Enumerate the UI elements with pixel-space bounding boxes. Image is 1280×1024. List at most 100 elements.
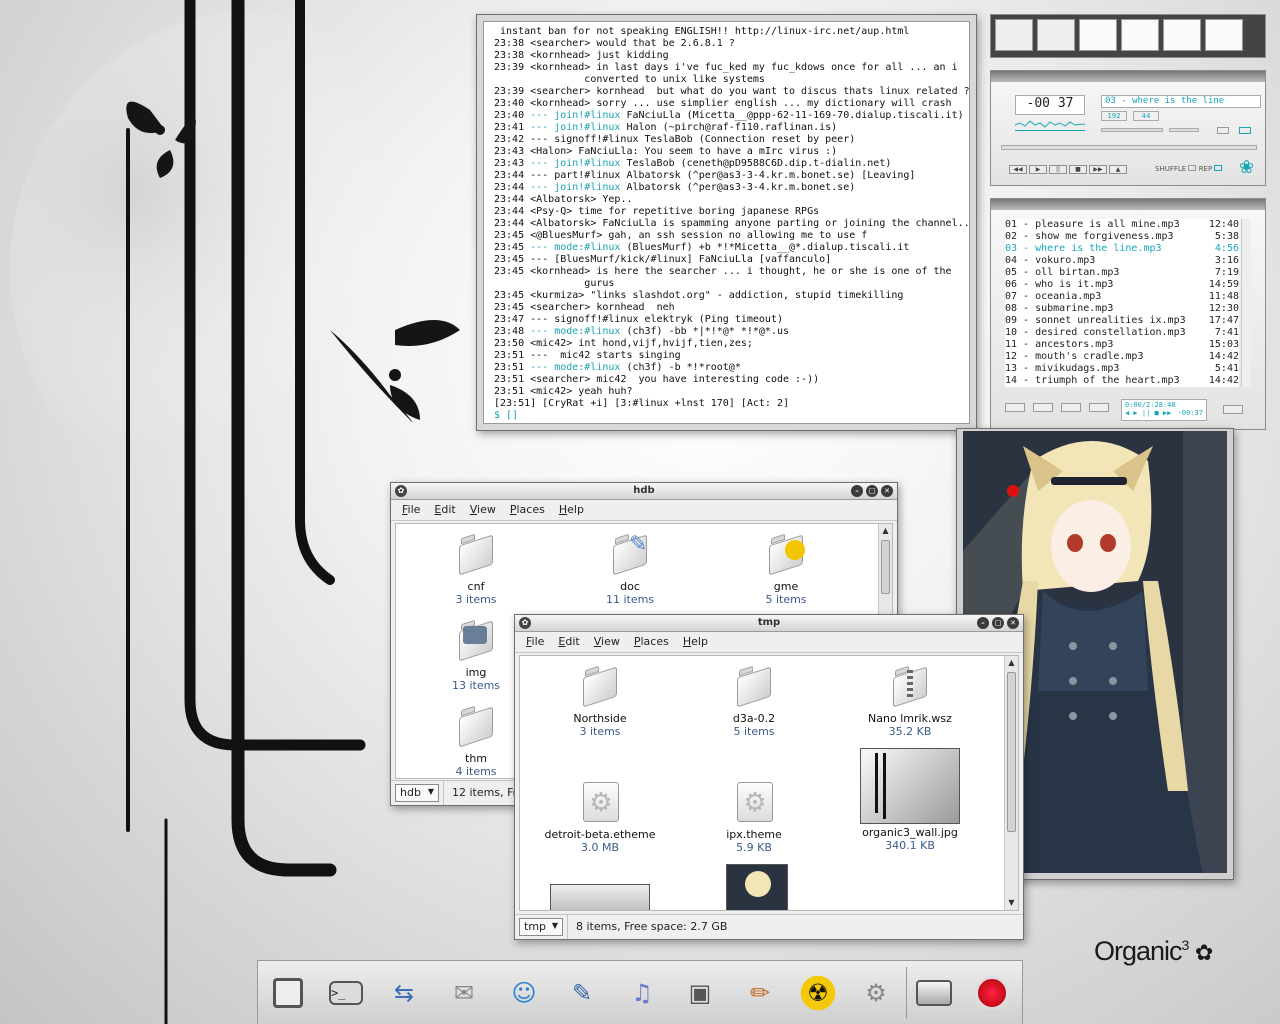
close-icon[interactable]: ✕ xyxy=(1007,617,1019,629)
add-button[interactable] xyxy=(1005,403,1025,412)
tmp-window[interactable]: ✿ tmp – □ ✕ File Edit View Places Help N… xyxy=(514,614,1024,940)
playlist-item[interactable]: 02 - show me forgiveness.mp3 5:38 xyxy=(1005,231,1239,243)
balance-slider[interactable] xyxy=(1169,128,1199,132)
chat-icon[interactable]: ☺ xyxy=(502,971,546,1015)
menu-places[interactable]: Places xyxy=(505,502,550,518)
file-item[interactable]: ⚙ ipx.theme 5.9 KB xyxy=(694,780,814,854)
hdb-titlebar[interactable]: ✿ hdb – □ ✕ xyxy=(391,483,897,500)
playlist-item[interactable]: 06 - who is it.mp3 14:59 xyxy=(1005,279,1239,291)
time-display[interactable]: -00 37 xyxy=(1015,95,1085,115)
terminal-icon[interactable]: >_ xyxy=(324,971,368,1015)
playlist-item[interactable]: 01 - pleasure is all mine.mp3 12:40 xyxy=(1005,219,1239,231)
playlist-item[interactable]: 11 - ancestors.mp3 15:03 xyxy=(1005,339,1239,351)
playlist-item[interactable]: 10 - desired constellation.mp3 7:41 xyxy=(1005,327,1239,339)
previous-button[interactable]: ◀◀ xyxy=(1009,165,1027,174)
anime-thumbnail[interactable] xyxy=(726,864,788,910)
menu-view[interactable]: View xyxy=(589,634,625,650)
seek-bar[interactable] xyxy=(1001,145,1257,150)
music-icon[interactable]: ♫ xyxy=(620,971,664,1015)
options-toggle-button[interactable] xyxy=(1163,19,1201,51)
menu-edit[interactable]: Edit xyxy=(429,502,460,518)
file-item[interactable]: Nano lmrik.wsz 35.2 KB xyxy=(850,664,970,738)
text-editor-icon[interactable]: ✎ xyxy=(560,971,604,1015)
playlist-item[interactable]: 05 - oll birtan.mp3 7:19 xyxy=(1005,267,1239,279)
folder-item[interactable]: Northside 3 items xyxy=(540,664,660,738)
remove-button[interactable] xyxy=(1033,403,1053,412)
menu-view[interactable]: View xyxy=(465,502,501,518)
playlist-toggle-button[interactable] xyxy=(1037,19,1075,51)
repeat-label[interactable]: REP xyxy=(1199,165,1213,173)
window-menu-icon[interactable]: ✿ xyxy=(395,485,407,497)
scroll-up-icon[interactable]: ▲ xyxy=(1005,656,1018,670)
playlist-item[interactable]: 13 - mivikudags.mp3 5:41 xyxy=(1005,363,1239,375)
playlist[interactable]: 01 - pleasure is all mine.mp3 12:40 02 - s… xyxy=(1005,219,1239,387)
graphics-icon[interactable]: ✏ xyxy=(738,971,782,1015)
terminal-window[interactable]: instant ban for not speaking ENGLISH!! h… xyxy=(476,14,977,431)
drive-icon[interactable] xyxy=(912,971,956,1015)
playlist-item[interactable]: 09 - sonnet unrealities ix.mp3 17:47 xyxy=(1005,315,1239,327)
camera-icon[interactable]: ▣ xyxy=(678,971,722,1015)
eject-button[interactable]: ▲ xyxy=(1109,165,1127,174)
network-icon[interactable]: ⇆ xyxy=(382,971,426,1015)
window-menu-icon[interactable]: ✿ xyxy=(519,617,531,629)
pl-button[interactable] xyxy=(1239,127,1251,134)
shutdown-icon[interactable] xyxy=(970,971,1014,1015)
track-title-display[interactable]: 03 - where is the line xyxy=(1101,95,1261,108)
desktop-icon[interactable] xyxy=(266,971,310,1015)
menu-file[interactable]: File xyxy=(521,634,549,650)
file-item[interactable]: ⚙ detroit-beta.etheme 3.0 MB xyxy=(540,780,660,854)
folder-item[interactable]: gme 5 items xyxy=(726,532,846,606)
scroll-down-icon[interactable]: ▼ xyxy=(1005,896,1018,910)
maximize-icon[interactable]: □ xyxy=(866,485,878,497)
playlist-item[interactable]: 08 - submarine.mp3 12:30 xyxy=(1005,303,1239,315)
repeat-toggle[interactable] xyxy=(1214,165,1223,171)
close-icon[interactable]: ✕ xyxy=(881,485,893,497)
pause-button[interactable]: || xyxy=(1049,165,1067,174)
playlist-item[interactable]: 12 - mouth's cradle.mp3 14:42 xyxy=(1005,351,1239,363)
location-dropdown[interactable]: tmp xyxy=(519,918,563,936)
playlist-item[interactable]: 04 - vokuro.mp3 3:16 xyxy=(1005,255,1239,267)
equalizer-toggle-button[interactable] xyxy=(1079,19,1117,51)
menu-help[interactable]: Help xyxy=(554,502,589,518)
next-button[interactable]: ▶▶ xyxy=(1089,165,1107,174)
menu-help[interactable]: Help xyxy=(678,634,713,650)
eq-button[interactable] xyxy=(1217,127,1229,134)
stop-button[interactable]: ■ xyxy=(1069,165,1087,174)
minimize-toggle-button[interactable] xyxy=(1205,19,1243,51)
terminal-output[interactable]: instant ban for not speaking ENGLISH!! h… xyxy=(483,21,970,424)
tmp-titlebar[interactable]: ✿ tmp – □ ✕ xyxy=(515,615,1023,632)
list-options-button[interactable] xyxy=(1223,405,1243,414)
folder-item[interactable]: ✎ doc 11 items xyxy=(570,532,690,606)
screenshot-thumbnail[interactable] xyxy=(550,884,650,910)
maximize-icon[interactable]: □ xyxy=(992,617,1004,629)
mini-controls[interactable]: ◀ ▶ || ■ ▶▶ xyxy=(1125,409,1171,417)
menu-file[interactable]: File xyxy=(397,502,425,518)
skin-toggle-button[interactable] xyxy=(1121,19,1159,51)
menu-places[interactable]: Places xyxy=(629,634,674,650)
playlist-item[interactable]: 03 - where is the line.mp3 4:56 xyxy=(1005,243,1239,255)
playlist-item[interactable]: 07 - oceania.mp3 11:48 xyxy=(1005,291,1239,303)
gear-icon[interactable]: ⚙ xyxy=(854,971,898,1015)
main-window-toggle-button[interactable] xyxy=(995,19,1033,51)
scroll-up-icon[interactable]: ▲ xyxy=(879,524,892,538)
minimize-icon[interactable]: – xyxy=(851,485,863,497)
shuffle-toggle[interactable] xyxy=(1188,165,1197,171)
play-button[interactable]: ▶ xyxy=(1029,165,1047,174)
playlist-item[interactable]: 14 - triumph of the heart.mp3 14:42 xyxy=(1005,375,1239,387)
terminal-prompt[interactable]: $ [] xyxy=(494,410,959,422)
mail-icon[interactable]: ✉ xyxy=(442,971,486,1015)
radiation-icon[interactable]: ☢ xyxy=(796,971,840,1015)
file-item[interactable]: organic3_wall.jpg 340.1 KB xyxy=(850,748,970,852)
tmp-icon-view[interactable]: Northside 3 items d3a-0.2 5 items Nano l… xyxy=(519,655,1019,911)
volume-slider[interactable] xyxy=(1101,128,1163,132)
menu-edit[interactable]: Edit xyxy=(553,634,584,650)
minimize-icon[interactable]: – xyxy=(977,617,989,629)
tmp-scrollbar[interactable]: ▲ ▼ xyxy=(1004,656,1018,910)
misc-button[interactable] xyxy=(1089,403,1109,412)
select-button[interactable] xyxy=(1061,403,1081,412)
folder-item[interactable]: d3a-0.2 5 items xyxy=(694,664,814,738)
playlist-scrollbar[interactable] xyxy=(1241,219,1251,387)
location-dropdown[interactable]: hdb xyxy=(395,784,439,802)
shuffle-label[interactable]: SHUFFLE xyxy=(1155,165,1186,173)
folder-item[interactable]: cnf 3 items xyxy=(416,532,536,606)
